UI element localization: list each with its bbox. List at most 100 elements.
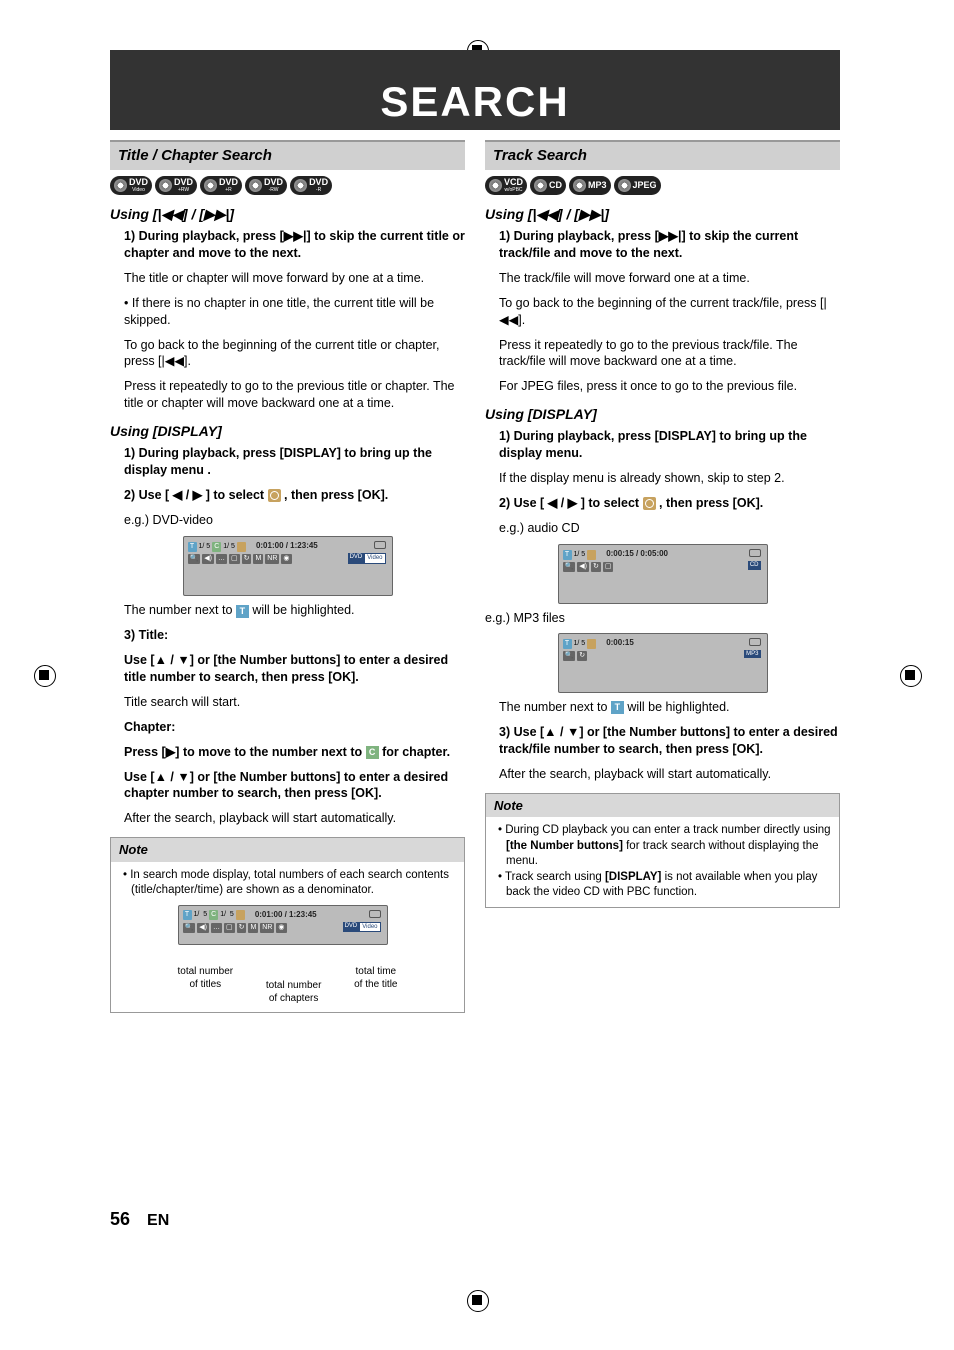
osd-text: 1/ 5 bbox=[223, 542, 235, 551]
badge-sub: -R bbox=[309, 187, 328, 194]
osd-text: 1/ 5 bbox=[194, 910, 208, 919]
media-badge: DVD+RW bbox=[155, 176, 197, 195]
right-column: Track Search VCDw/oPBCCDMP3JPEG Using [|… bbox=[485, 140, 840, 1013]
clock-icon bbox=[268, 489, 281, 502]
badge-main: CD bbox=[549, 181, 562, 190]
disc-icon bbox=[114, 179, 127, 192]
body-text: The title or chapter will move forward b… bbox=[124, 270, 465, 287]
icon: 🔍 bbox=[183, 923, 196, 933]
body-text: For JPEG files, press it once to go to t… bbox=[499, 378, 840, 395]
dvd-video-label: DVDVideo bbox=[348, 553, 386, 563]
other-icon: ▢ bbox=[603, 562, 614, 572]
step-3: 3) Use [▲ / ▼] or [the Number buttons] t… bbox=[499, 724, 840, 758]
badge-main: MP3 bbox=[588, 181, 607, 190]
c-chip: C bbox=[209, 910, 218, 920]
magnify-icon: 🔍 bbox=[188, 554, 201, 564]
osd-display-cd: T 1/ 5 0:00:15 / 0:05:00 🔍 ◀) ↻ ▢ CD bbox=[558, 544, 768, 604]
body-text: Press [▶] to move to the number next to … bbox=[124, 744, 465, 761]
media-badge: CD bbox=[530, 176, 566, 195]
media-badge: DVD+R bbox=[200, 176, 242, 195]
badge-main: DVD bbox=[129, 178, 148, 187]
repeat-icon: ↻ bbox=[577, 651, 587, 661]
badge-main: DVD bbox=[174, 178, 193, 187]
osd-display-mp3: T 1/ 5 0:00:15 🔍 ↻ MP3 bbox=[558, 633, 768, 693]
t-chip: T bbox=[183, 910, 192, 920]
example-label: e.g.) DVD-video bbox=[124, 512, 465, 529]
audio-icon: ◀) bbox=[202, 554, 214, 564]
clock-chip bbox=[587, 639, 596, 649]
other-icon: ◉ bbox=[281, 554, 291, 564]
badge-sub: w/oPBC bbox=[504, 187, 523, 194]
t-chip: T bbox=[563, 550, 572, 560]
repeat-icon: ↻ bbox=[242, 554, 252, 564]
step-1: 1) During playback, press [▶▶|] to skip … bbox=[124, 228, 465, 262]
text: for chapter. bbox=[379, 745, 451, 759]
disc-icon bbox=[618, 179, 631, 192]
step-2-display: 2) Use [ ◀ / ▶ ] to select , then press … bbox=[124, 487, 465, 504]
section-title-chapter: Title / Chapter Search bbox=[110, 140, 465, 170]
magnify-icon: 🔍 bbox=[563, 651, 576, 661]
t-icon: T bbox=[236, 605, 249, 618]
disc-icon bbox=[159, 179, 172, 192]
osd-text: 1/ 5 bbox=[220, 910, 234, 919]
text: Track search using [DISPLAY] is not avai… bbox=[505, 871, 817, 899]
icon: NR bbox=[260, 923, 274, 933]
body-text: Use [▲ / ▼] or [the Number buttons] to e… bbox=[124, 769, 465, 803]
magnify-icon: 🔍 bbox=[563, 562, 576, 572]
disc-icon bbox=[489, 179, 502, 192]
using-display-heading: Using [DISPLAY] bbox=[485, 405, 840, 424]
page-footer: 56 EN bbox=[110, 1209, 169, 1230]
body-text: To go back to the beginning of the curre… bbox=[499, 295, 840, 329]
note-item: Track search using [DISPLAY] is not avai… bbox=[506, 870, 831, 901]
example-label: e.g.) audio CD bbox=[499, 520, 840, 537]
angle-icon: ▢ bbox=[229, 554, 240, 564]
body-text: The number next to T will be highlighted… bbox=[124, 602, 465, 619]
icon: ▢ bbox=[224, 923, 235, 933]
clock-icon bbox=[643, 497, 656, 510]
battery-icon bbox=[369, 910, 381, 918]
osd-text: 1/ 5 bbox=[199, 542, 211, 551]
media-badge: DVD-R bbox=[290, 176, 332, 195]
body-text: Title search will start. bbox=[124, 694, 465, 711]
page-content: SEARCH Title / Chapter Search DVDVideoDV… bbox=[110, 50, 840, 1013]
badge-main: DVD bbox=[309, 178, 328, 187]
body-text: Use [▲ / ▼] or [the Number buttons] to e… bbox=[124, 652, 465, 686]
step-1: 1) During playback, press [▶▶|] to skip … bbox=[499, 228, 840, 262]
step-3-title: 3) Title: bbox=[124, 627, 465, 644]
step-text: , then press [OK]. bbox=[281, 488, 389, 502]
page-lang: EN bbox=[147, 1212, 169, 1229]
audio-icon: ◀) bbox=[577, 562, 589, 572]
using-display-heading: Using [DISPLAY] bbox=[110, 422, 465, 441]
media-badge: JPEG bbox=[614, 176, 661, 195]
body-text: To go back to the beginning of the curre… bbox=[124, 337, 465, 371]
page-number: 56 bbox=[110, 1209, 130, 1229]
icon: ◀) bbox=[197, 923, 209, 933]
osd-time: 0:01:00 / 1:23:45 bbox=[255, 910, 317, 921]
badge-main: JPEG bbox=[633, 181, 657, 190]
badge-main: DVD bbox=[264, 178, 283, 187]
dvd-video-label: DVDVideo bbox=[343, 922, 381, 932]
badge-sub: Video bbox=[129, 187, 148, 194]
osd-display-dvd: T 1/ 5 C 1/ 5 0:01:00 / 1:23:45 🔍 ◀) … ▢… bbox=[183, 536, 393, 596]
nr-icon: NR bbox=[265, 554, 279, 564]
annot-time: total time of the title bbox=[354, 965, 397, 1006]
icon: ◉ bbox=[276, 923, 286, 933]
t-chip: T bbox=[188, 542, 197, 552]
annot-titles: total number of titles bbox=[178, 965, 234, 1006]
osd-display-annotated: T1/ 5 C1/ 5 0:01:00 / 1:23:45 🔍◀)…▢↻MNR◉… bbox=[178, 905, 388, 945]
text: will be highlighted. bbox=[249, 603, 355, 617]
badge-sub: -RW bbox=[264, 187, 283, 194]
body-text: After the search, playback will start au… bbox=[124, 810, 465, 827]
body-text: The number next to T will be highlighted… bbox=[499, 699, 840, 716]
mp3-label: MP3 bbox=[744, 650, 760, 658]
section-track-search: Track Search bbox=[485, 140, 840, 170]
osd-time: 0:01:00 / 1:23:45 bbox=[256, 541, 318, 552]
cd-label: CD bbox=[748, 561, 761, 569]
clock-chip bbox=[236, 910, 245, 920]
clock-chip bbox=[587, 550, 596, 560]
registration-mark bbox=[34, 665, 54, 685]
disc-icon bbox=[249, 179, 262, 192]
note-box-left: Note In search mode display, total numbe… bbox=[110, 837, 465, 1013]
osd-time: 0:00:15 / 0:05:00 bbox=[606, 549, 668, 560]
osd-time: 0:00:15 bbox=[606, 638, 634, 649]
